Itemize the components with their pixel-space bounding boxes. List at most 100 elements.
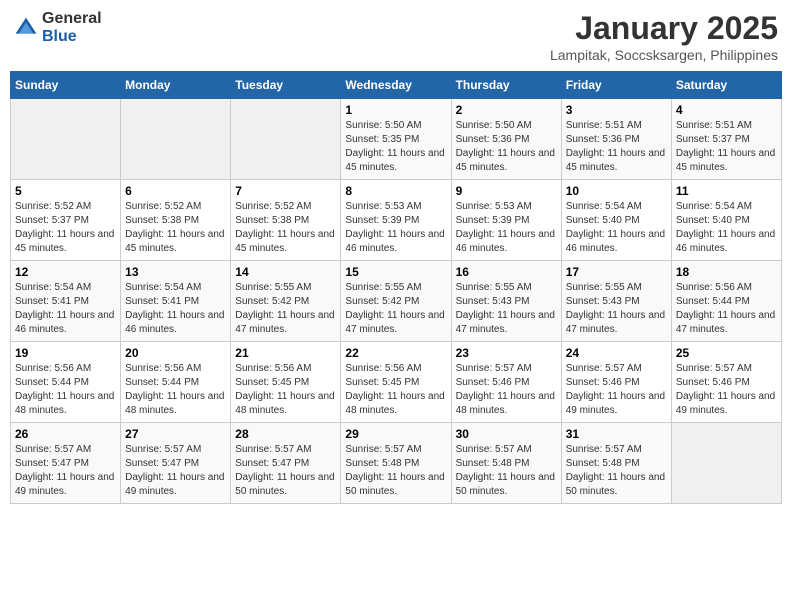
calendar-cell: 29 Sunrise: 5:57 AMSunset: 5:48 PMDayligh… <box>341 423 451 504</box>
day-info: Sunrise: 5:51 AMSunset: 5:36 PMDaylight:… <box>566 119 667 175</box>
day-number: 18 <box>676 265 777 279</box>
day-number: 25 <box>676 346 777 360</box>
calendar-cell <box>121 99 231 180</box>
calendar-cell <box>671 423 781 504</box>
calendar-cell: 6 Sunrise: 5:52 AMSunset: 5:38 PMDaylight… <box>121 180 231 261</box>
day-info: Sunrise: 5:50 AMSunset: 5:36 PMDaylight:… <box>456 119 557 175</box>
weekday-header-row: SundayMondayTuesdayWednesdayThursdayFrid… <box>11 72 782 99</box>
calendar-cell: 5 Sunrise: 5:52 AMSunset: 5:37 PMDaylight… <box>11 180 121 261</box>
calendar-cell: 14Sunrise: 5:55 AMSunset: 5:42 PMDayligh… <box>231 261 341 342</box>
day-number: 10 <box>566 184 667 198</box>
calendar-cell: 28 Sunrise: 5:57 AMSunset: 5:47 PMDayligh… <box>231 423 341 504</box>
day-number: 30 <box>456 427 557 441</box>
calendar-subtitle: Lampitak, Soccsksargen, Philippines <box>550 47 778 63</box>
calendar-cell: 19 Sunrise: 5:56 AMSunset: 5:44 PMDayligh… <box>11 342 121 423</box>
weekday-header-thursday: Thursday <box>451 72 561 99</box>
calendar-cell: 21Sunrise: 5:56 AMSunset: 5:45 PMDayligh… <box>231 342 341 423</box>
calendar-cell: 18Sunrise: 5:56 AMSunset: 5:44 PMDayligh… <box>671 261 781 342</box>
day-number: 2 <box>456 103 557 117</box>
day-number: 27 <box>125 427 226 441</box>
day-info: Sunrise: 5:52 AMSunset: 5:38 PMDaylight:… <box>235 200 336 256</box>
day-number: 11 <box>676 184 777 198</box>
calendar-cell: 10Sunrise: 5:54 AMSunset: 5:40 PMDayligh… <box>561 180 671 261</box>
weekday-header-monday: Monday <box>121 72 231 99</box>
day-info: Sunrise: 5:56 AMSunset: 5:45 PMDaylight:… <box>235 362 336 418</box>
calendar-cell <box>231 99 341 180</box>
calendar-week-row: 1 Sunrise: 5:50 AMSunset: 5:35 PMDaylight… <box>11 99 782 180</box>
calendar-cell: 15 Sunrise: 5:55 AMSunset: 5:42 PMDayligh… <box>341 261 451 342</box>
calendar-cell: 23 Sunrise: 5:57 AMSunset: 5:46 PMDayligh… <box>451 342 561 423</box>
calendar-title: January 2025 <box>550 10 778 47</box>
day-number: 16 <box>456 265 557 279</box>
calendar-week-row: 5 Sunrise: 5:52 AMSunset: 5:37 PMDaylight… <box>11 180 782 261</box>
logo-blue: Blue <box>42 28 102 46</box>
calendar-cell: 20Sunrise: 5:56 AMSunset: 5:44 PMDayligh… <box>121 342 231 423</box>
calendar-cell: 22Sunrise: 5:56 AMSunset: 5:45 PMDayligh… <box>341 342 451 423</box>
logo-text: General Blue <box>42 10 102 45</box>
day-info: Sunrise: 5:55 AMSunset: 5:43 PMDaylight:… <box>566 281 667 337</box>
day-info: Sunrise: 5:57 AMSunset: 5:46 PMDaylight:… <box>566 362 667 418</box>
day-number: 13 <box>125 265 226 279</box>
calendar-cell: 31 Sunrise: 5:57 AMSunset: 5:48 PMDayligh… <box>561 423 671 504</box>
calendar-week-row: 26 Sunrise: 5:57 AMSunset: 5:47 PMDayligh… <box>11 423 782 504</box>
day-number: 15 <box>345 265 446 279</box>
weekday-header-tuesday: Tuesday <box>231 72 341 99</box>
calendar-week-row: 12 Sunrise: 5:54 AMSunset: 5:41 PMDayligh… <box>11 261 782 342</box>
day-info: Sunrise: 5:53 AMSunset: 5:39 PMDaylight:… <box>345 200 446 256</box>
weekday-header-sunday: Sunday <box>11 72 121 99</box>
day-info: Sunrise: 5:57 AMSunset: 5:46 PMDaylight:… <box>676 362 777 418</box>
day-number: 19 <box>15 346 116 360</box>
weekday-header-friday: Friday <box>561 72 671 99</box>
day-info: Sunrise: 5:50 AMSunset: 5:35 PMDaylight:… <box>345 119 446 175</box>
day-info: Sunrise: 5:54 AMSunset: 5:41 PMDaylight:… <box>15 281 116 337</box>
day-number: 8 <box>345 184 446 198</box>
day-info: Sunrise: 5:57 AMSunset: 5:47 PMDaylight:… <box>125 443 226 499</box>
day-info: Sunrise: 5:57 AMSunset: 5:48 PMDaylight:… <box>566 443 667 499</box>
day-info: Sunrise: 5:56 AMSunset: 5:45 PMDaylight:… <box>345 362 446 418</box>
day-info: Sunrise: 5:55 AMSunset: 5:42 PMDaylight:… <box>345 281 446 337</box>
day-info: Sunrise: 5:57 AMSunset: 5:48 PMDaylight:… <box>345 443 446 499</box>
day-info: Sunrise: 5:56 AMSunset: 5:44 PMDaylight:… <box>15 362 116 418</box>
day-info: Sunrise: 5:51 AMSunset: 5:37 PMDaylight:… <box>676 119 777 175</box>
day-info: Sunrise: 5:55 AMSunset: 5:42 PMDaylight:… <box>235 281 336 337</box>
day-number: 4 <box>676 103 777 117</box>
calendar-cell: 9Sunrise: 5:53 AMSunset: 5:39 PMDaylight… <box>451 180 561 261</box>
calendar-cell: 30 Sunrise: 5:57 AMSunset: 5:48 PMDayligh… <box>451 423 561 504</box>
calendar-table: SundayMondayTuesdayWednesdayThursdayFrid… <box>10 71 782 504</box>
day-info: Sunrise: 5:52 AMSunset: 5:38 PMDaylight:… <box>125 200 226 256</box>
day-info: Sunrise: 5:52 AMSunset: 5:37 PMDaylight:… <box>15 200 116 256</box>
day-info: Sunrise: 5:57 AMSunset: 5:48 PMDaylight:… <box>456 443 557 499</box>
day-info: Sunrise: 5:53 AMSunset: 5:39 PMDaylight:… <box>456 200 557 256</box>
calendar-week-row: 19 Sunrise: 5:56 AMSunset: 5:44 PMDayligh… <box>11 342 782 423</box>
calendar-cell: 1 Sunrise: 5:50 AMSunset: 5:35 PMDaylight… <box>341 99 451 180</box>
day-info: Sunrise: 5:57 AMSunset: 5:46 PMDaylight:… <box>456 362 557 418</box>
day-number: 17 <box>566 265 667 279</box>
day-number: 1 <box>345 103 446 117</box>
day-number: 24 <box>566 346 667 360</box>
calendar-cell: 12 Sunrise: 5:54 AMSunset: 5:41 PMDayligh… <box>11 261 121 342</box>
day-number: 7 <box>235 184 336 198</box>
day-number: 31 <box>566 427 667 441</box>
day-number: 23 <box>456 346 557 360</box>
calendar-cell: 27 Sunrise: 5:57 AMSunset: 5:47 PMDayligh… <box>121 423 231 504</box>
calendar-cell <box>11 99 121 180</box>
day-info: Sunrise: 5:57 AMSunset: 5:47 PMDaylight:… <box>235 443 336 499</box>
day-info: Sunrise: 5:55 AMSunset: 5:43 PMDaylight:… <box>456 281 557 337</box>
calendar-cell: 24 Sunrise: 5:57 AMSunset: 5:46 PMDayligh… <box>561 342 671 423</box>
day-number: 26 <box>15 427 116 441</box>
calendar-cell: 25 Sunrise: 5:57 AMSunset: 5:46 PMDayligh… <box>671 342 781 423</box>
day-number: 28 <box>235 427 336 441</box>
day-number: 5 <box>15 184 116 198</box>
weekday-header-saturday: Saturday <box>671 72 781 99</box>
calendar-cell: 8 Sunrise: 5:53 AMSunset: 5:39 PMDaylight… <box>341 180 451 261</box>
page-header: General Blue January 2025 Lampitak, Socc… <box>10 10 782 63</box>
day-number: 29 <box>345 427 446 441</box>
calendar-cell: 11Sunrise: 5:54 AMSunset: 5:40 PMDayligh… <box>671 180 781 261</box>
day-number: 12 <box>15 265 116 279</box>
day-number: 20 <box>125 346 226 360</box>
day-number: 6 <box>125 184 226 198</box>
calendar-cell: 7 Sunrise: 5:52 AMSunset: 5:38 PMDaylight… <box>231 180 341 261</box>
weekday-header-wednesday: Wednesday <box>341 72 451 99</box>
calendar-cell: 16 Sunrise: 5:55 AMSunset: 5:43 PMDayligh… <box>451 261 561 342</box>
day-info: Sunrise: 5:54 AMSunset: 5:41 PMDaylight:… <box>125 281 226 337</box>
